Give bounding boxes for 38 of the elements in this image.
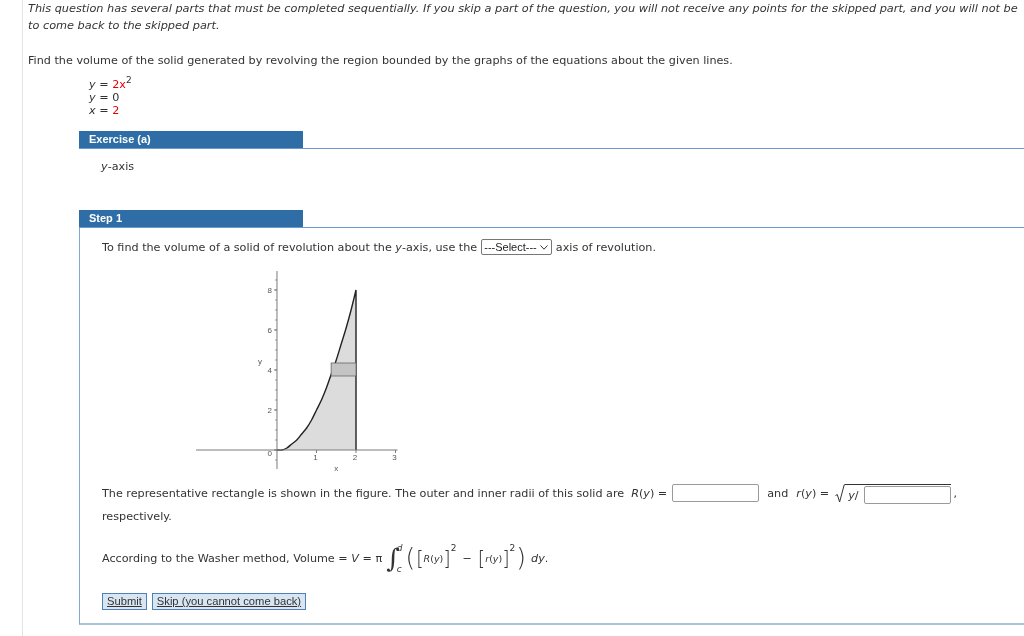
comma-text: , (953, 486, 958, 500)
equation-variable: x = (89, 104, 109, 117)
notice-text: This question has several parts that must be completed sequentially. If you skip a part of the question, you will not receive any points for the skipped part, and you will not be (28, 1, 1018, 17)
tick-label: 0 (267, 449, 272, 458)
radii-text: The representative rectangle is shown in the figure. The outer and inner radii of this solid are (102, 486, 625, 500)
continuation-text: respectively. (102, 509, 172, 525)
equation-variable: y = (89, 78, 109, 91)
tick-label: 2 (352, 453, 358, 462)
tick-label: 4 (267, 366, 272, 375)
inner-radius-label: r(y) = (796, 486, 830, 500)
tick-label: 8 (267, 286, 272, 295)
notice-text: to come back to the skipped part. (28, 18, 220, 34)
skip-button[interactable]: Skip (you cannot come back) (151, 593, 307, 610)
equation-variable: y = (89, 91, 109, 104)
tick-label: 1 (313, 453, 318, 462)
washer-text: According to the Washer method, Volume = V = π (102, 551, 383, 565)
chevron-down-icon (539, 244, 548, 250)
step-heading: Step 1 (79, 210, 303, 227)
inner-radius-input[interactable] (863, 486, 951, 504)
outer-radius-input[interactable] (672, 484, 760, 502)
axis-label: y (258, 357, 262, 366)
exercise-axis: y-axis (101, 160, 135, 174)
outer-radius-label: R(y) = (631, 486, 668, 500)
tick-label: 6 (267, 326, 272, 335)
radicand-text: y/ (848, 488, 859, 502)
problem-prompt: Find the volume of the solid generated by revolving the region bounded by the graphs of the equations about the given lines. (28, 53, 733, 69)
tick-label: 2 (267, 406, 272, 415)
conjunction-text: and (767, 486, 789, 500)
equation-value: 0 (112, 91, 120, 104)
exercise-heading: Exercise (a) (79, 131, 303, 148)
equation-value: 2x$^{2}$ (112, 78, 132, 91)
instruction-text: axis of revolution. (555, 240, 656, 254)
equation-value: 2 (112, 104, 120, 117)
axis-label: x (334, 464, 339, 473)
axis-select[interactable]: ---Select--- (481, 239, 552, 255)
submit-button[interactable]: Submit (102, 593, 147, 610)
instruction-text: To find the volume of a solid of revolution about the y-axis, use the (102, 240, 478, 254)
tick-label: 3 (392, 453, 397, 462)
